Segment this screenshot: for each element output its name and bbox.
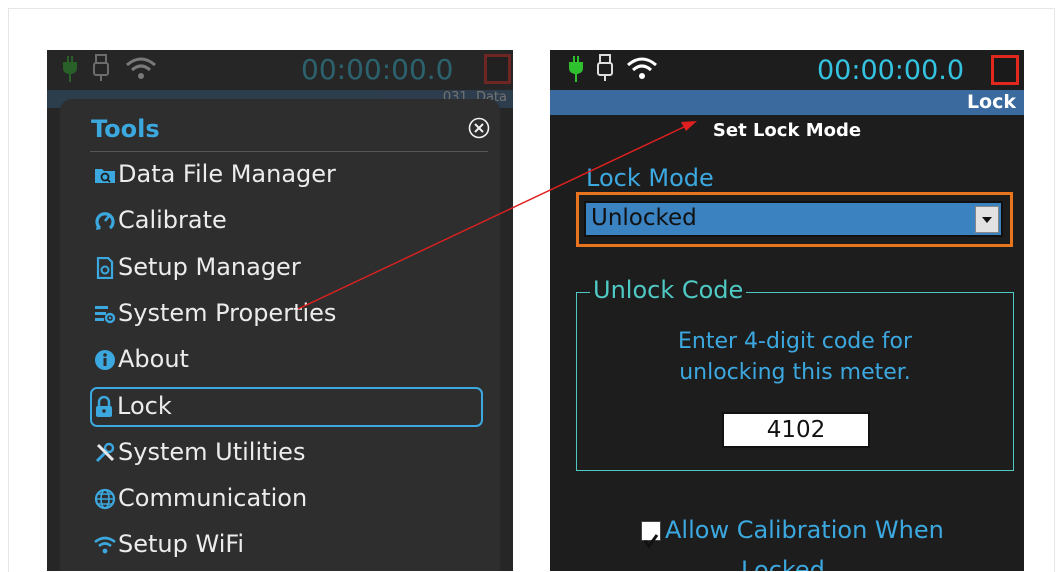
usb-icon: [597, 54, 613, 81]
info-icon: [95, 350, 115, 370]
allow-calibration-label-line-2: Locked: [741, 556, 825, 571]
menu-title: Tools: [91, 115, 160, 143]
menu-item-setup-manager[interactable]: Setup Manager: [92, 248, 482, 286]
menu-item-lock[interactable]: Lock: [90, 387, 483, 427]
power-plug-icon: [569, 56, 583, 82]
elapsed-timer: 00:00:00.0: [301, 53, 454, 86]
instructions-line-2: unlocking this meter.: [679, 360, 911, 385]
allow-calibration-checkbox[interactable]: [641, 521, 661, 549]
tools-menu: Tools Data File Manager Calibrate Setup …: [60, 99, 500, 571]
checkmark-icon: [643, 534, 659, 549]
calibrate-icon: [95, 212, 115, 230]
wifi-icon: [94, 536, 116, 554]
chevron-down-icon: [982, 217, 992, 223]
menu-item-about[interactable]: About: [92, 340, 482, 378]
lock-icon: [96, 396, 112, 417]
allow-calibration-label-line-1: Allow Calibration When: [665, 516, 944, 544]
menu-item-label: Communication: [118, 484, 308, 512]
record-indicator-icon: [991, 55, 1019, 85]
menu-item-label: Data File Manager: [118, 160, 336, 188]
section-heading: Set Lock Mode: [712, 120, 862, 141]
power-plug-icon: [63, 56, 77, 82]
unlock-code-title: Unlock Code: [590, 276, 747, 304]
folder-search-icon: [95, 169, 115, 183]
device-screen-tools-menu: 00:00:00.0 031. Data Tools Data File Man…: [47, 50, 513, 571]
title-bar: Lock: [550, 90, 1024, 115]
status-bar: 00:00:00.0: [47, 50, 513, 90]
unlock-code-instructions: Enter 4-digit code for unlocking this me…: [576, 326, 1014, 388]
status-bar: 00:00:00.0: [550, 50, 1024, 90]
menu-item-system-utilities[interactable]: System Utilities: [92, 433, 482, 471]
menu-item-data-file-manager[interactable]: Data File Manager: [92, 155, 482, 193]
elapsed-timer: 00:00:00.0: [817, 55, 965, 86]
unlock-code-input[interactable]: 4102: [722, 412, 870, 448]
system-properties-icon: [95, 306, 116, 324]
usb-icon: [93, 54, 109, 81]
tools-icon: [95, 442, 115, 463]
wifi-icon: [627, 57, 657, 79]
wifi-icon: [126, 57, 156, 79]
menu-divider: [90, 151, 488, 152]
menu-item-communication[interactable]: Communication: [92, 479, 482, 517]
screen-title: Lock: [966, 91, 1016, 113]
menu-item-system-properties[interactable]: System Properties: [92, 294, 482, 332]
lock-mode-dropdown[interactable]: Unlocked: [584, 201, 1003, 237]
lock-mode-focus-ring: Unlocked: [576, 192, 1013, 247]
menu-item-label: Setup Manager: [118, 253, 301, 281]
dropdown-arrow-button[interactable]: [975, 206, 999, 233]
menu-item-label: System Utilities: [118, 438, 306, 466]
menu-item-setup-wifi[interactable]: Setup WiFi: [92, 525, 482, 563]
globe-icon: [94, 488, 116, 510]
record-indicator-icon: [484, 54, 511, 84]
device-screen-lock: 00:00:00.0 Lock Set Lock Mode Lock Mode …: [550, 50, 1024, 571]
setup-manager-icon: [96, 257, 114, 279]
menu-item-label: Setup WiFi: [118, 530, 245, 558]
menu-item-label: Lock: [117, 392, 172, 420]
close-icon[interactable]: [468, 117, 490, 139]
menu-item-label: Calibrate: [118, 206, 227, 234]
lock-mode-label: Lock Mode: [586, 164, 714, 192]
lock-mode-value: Unlocked: [591, 205, 697, 231]
menu-item-calibrate[interactable]: Calibrate: [92, 201, 482, 239]
menu-item-label: About: [118, 345, 189, 373]
menu-item-label: System Properties: [118, 299, 337, 327]
instructions-line-1: Enter 4-digit code for: [677, 329, 913, 354]
